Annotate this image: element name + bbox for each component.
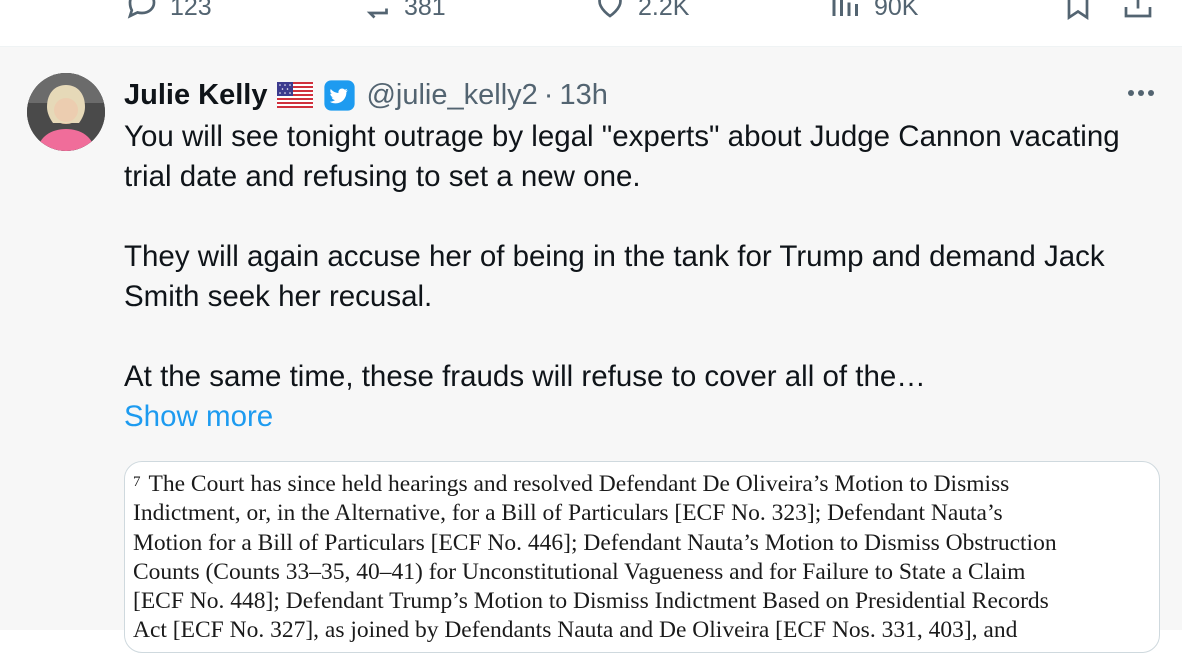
tweet-text: You will see tonight outrage by legal "e… (124, 117, 1164, 437)
tweet-paragraph: They will again accuse her of being in t… (124, 240, 1105, 313)
footnote-number: 7 (133, 474, 141, 490)
repost-count: 381 (404, 0, 446, 21)
display-name[interactable]: Julie Kelly (124, 79, 267, 112)
avatar[interactable] (27, 73, 105, 151)
attached-document-image[interactable]: 7 The Court has since held hearings and r… (124, 461, 1160, 653)
bookmark-button[interactable] (1060, 0, 1096, 29)
document-line: 7 The Court has since held hearings and r… (133, 471, 1010, 497)
document-line: Counts (Counts 33–35, 40–41) for Unconst… (133, 558, 1026, 585)
tweet-paragraph: At the same time, these frauds will refu… (124, 360, 926, 393)
repost-icon (358, 0, 394, 29)
handle[interactable]: @julie_kelly2 (366, 79, 537, 112)
reply-count: 123 (170, 0, 212, 21)
views-icon (828, 0, 864, 29)
timestamp[interactable]: 13h (559, 79, 607, 112)
document-line: Motion for a Bill of Particulars [ECF No… (133, 529, 1057, 556)
document-line: [ECF No. 448]; Defendant Trump’s Motion … (133, 588, 1049, 615)
more-options-icon (1126, 85, 1156, 103)
document-line: Act [ECF No. 327], as joined by Defendan… (133, 617, 1018, 644)
previous-tweet-actions: 123 381 2.2K 90K (0, 0, 1182, 46)
more-options-button[interactable] (1124, 77, 1158, 111)
document-footnote: 7 The Court has since held hearings and r… (133, 470, 1133, 646)
tweet-header: Julie Kelly @julie_kelly2 · 13h (124, 75, 608, 115)
share-icon (1120, 0, 1156, 29)
like-count: 2.2K (638, 0, 690, 21)
views-count: 90K (874, 0, 919, 21)
share-button[interactable] (1120, 0, 1156, 29)
bookmark-icon (1060, 0, 1096, 29)
tweet-paragraph: You will see tonight outrage by legal "e… (124, 120, 1120, 193)
like-button[interactable]: 2.2K (592, 0, 689, 29)
separator: · (543, 78, 554, 111)
document-line: Indictment, or, in the Alternative, for … (133, 500, 1003, 527)
repost-button[interactable]: 381 (358, 0, 446, 29)
us-flag-icon (277, 82, 314, 108)
views-button[interactable]: 90K (828, 0, 918, 29)
reply-button[interactable]: 123 (124, 0, 212, 29)
tweet-card[interactable]: Julie Kelly @julie_kelly2 · 13h You will… (0, 47, 1182, 653)
reply-icon (124, 0, 160, 29)
like-icon (592, 0, 628, 29)
show-more-link[interactable]: Show more (124, 397, 273, 437)
verified-badge-icon[interactable] (323, 79, 356, 112)
